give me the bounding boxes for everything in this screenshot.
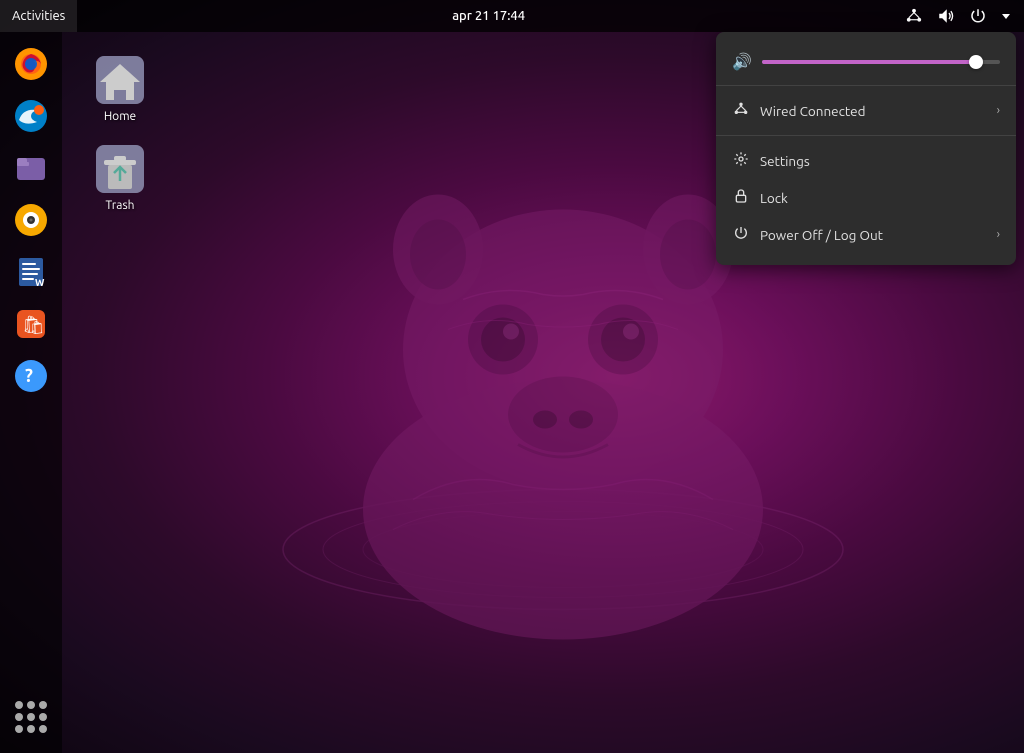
show-applications-button[interactable] — [7, 693, 55, 741]
dock-item-appstore[interactable]: 🛍 — [7, 300, 55, 348]
panel-datetime[interactable]: apr 21 17:44 — [77, 9, 900, 23]
dock-item-firefox[interactable] — [7, 40, 55, 88]
menu-item-settings[interactable]: Settings — [716, 142, 1016, 179]
svg-text:🛍: 🛍 — [22, 315, 45, 335]
poweroff-label: Power Off / Log Out — [760, 227, 987, 243]
desktop-icon-home[interactable]: Home — [80, 48, 160, 129]
svg-text:W: W — [35, 277, 45, 288]
svg-text:?: ? — [25, 366, 33, 386]
power-panel-icon[interactable] — [964, 0, 992, 32]
power-icon — [732, 225, 750, 244]
settings-label: Settings — [760, 153, 1000, 169]
poweroff-chevron: › — [997, 228, 1000, 241]
panel-menu-arrow[interactable] — [996, 0, 1016, 32]
volume-slider-fill — [762, 60, 981, 64]
menu-item-poweroff[interactable]: Power Off / Log Out › — [716, 216, 1016, 253]
dock-item-thunderbird[interactable] — [7, 92, 55, 140]
menu-separator-2 — [716, 135, 1016, 136]
menu-separator-1 — [716, 85, 1016, 86]
menu-item-wired[interactable]: Wired Connected › — [716, 92, 1016, 129]
desktop-icons-area: Home Trash — [80, 48, 160, 218]
settings-icon — [732, 151, 750, 170]
lock-label: Lock — [760, 190, 1000, 206]
menu-item-lock[interactable]: Lock — [716, 179, 1016, 216]
top-panel: Activities apr 21 17:44 — [0, 0, 1024, 32]
volume-icon: 🔊 — [732, 52, 752, 71]
volume-panel-icon[interactable] — [932, 0, 960, 32]
dock-item-files[interactable] — [7, 144, 55, 192]
desktop-icon-trash-label: Trash — [105, 199, 134, 212]
desktop-icon-home-label: Home — [104, 110, 136, 123]
dock-item-rhythmbox[interactable] — [7, 196, 55, 244]
volume-slider-thumb — [969, 55, 983, 69]
dock: W 🛍 ? — [0, 32, 62, 753]
dock-item-help[interactable]: ? — [7, 352, 55, 400]
lock-icon — [732, 188, 750, 207]
dock-item-writer[interactable]: W — [7, 248, 55, 296]
wired-chevron: › — [997, 104, 1000, 117]
activities-button[interactable]: Activities — [0, 0, 77, 32]
desktop: Activities apr 21 17:44 — [0, 0, 1024, 753]
volume-slider[interactable] — [762, 60, 1000, 64]
wired-icon — [732, 101, 750, 120]
system-menu-dropdown: 🔊 Wired Connected › — [716, 32, 1016, 265]
panel-right-icons — [900, 0, 1024, 32]
wired-label: Wired Connected — [760, 103, 987, 119]
desktop-icon-trash[interactable]: Trash — [80, 137, 160, 218]
volume-row: 🔊 — [716, 44, 1016, 79]
network-panel-icon[interactable] — [900, 0, 928, 32]
